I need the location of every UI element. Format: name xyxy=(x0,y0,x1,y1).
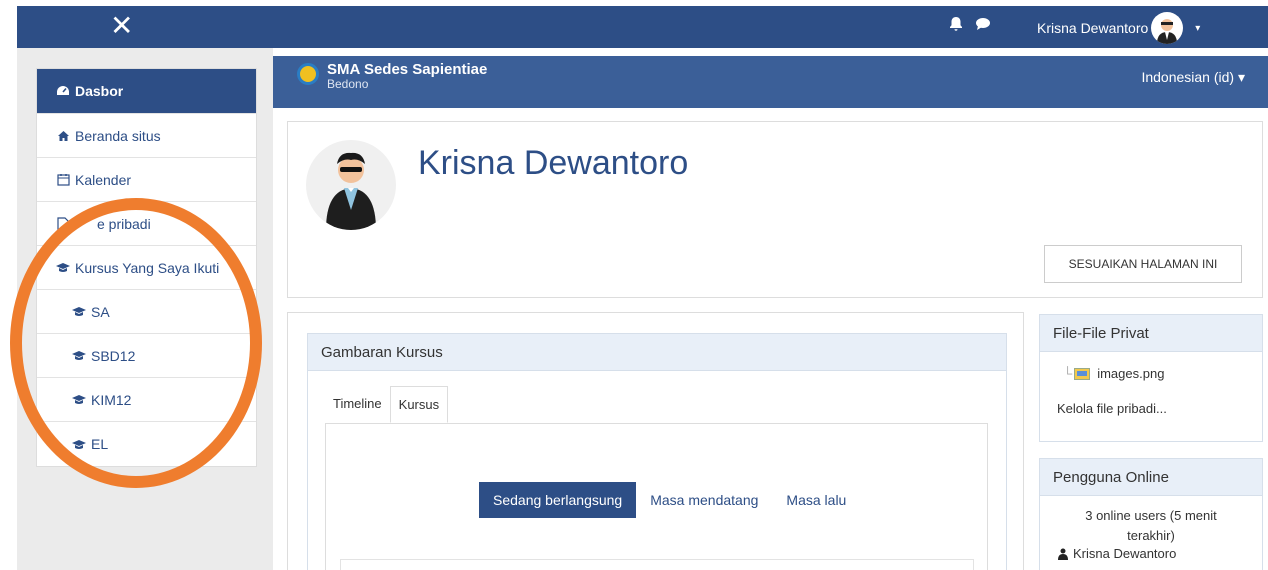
block-body: 3 online users (5 menit terakhir) Krisna… xyxy=(1040,496,1262,561)
avatar xyxy=(1151,12,1184,44)
graduation-cap-icon xyxy=(71,394,87,405)
bell-icon[interactable] xyxy=(949,16,963,32)
user-name: Krisna Dewantoro xyxy=(1037,20,1149,36)
sidebar-item-label: EL xyxy=(91,436,109,452)
file-item[interactable]: └ images.png xyxy=(1063,366,1245,381)
filter-future-button[interactable]: Masa mendatang xyxy=(636,482,772,518)
language-selector[interactable]: Indonesian (id) ▾ xyxy=(1141,69,1245,86)
tab-panel: Sedang berlangsung Masa mendatang Masa l… xyxy=(325,423,988,570)
block-title: Pengguna Online xyxy=(1040,459,1262,496)
user-avatar-icon xyxy=(326,152,376,230)
user-menu[interactable]: Krisna Dewantoro ▾ xyxy=(1037,12,1200,44)
course-list-container xyxy=(340,559,974,570)
overview-tabs: Timeline Kursus xyxy=(325,386,449,423)
page-title: Krisna Dewantoro xyxy=(418,144,689,182)
image-file-icon xyxy=(1074,367,1091,380)
graduation-cap-icon xyxy=(71,439,87,450)
course-overview-block: Gambaran Kursus Timeline Kursus Sedang b… xyxy=(307,333,1007,570)
dashboard-icon xyxy=(55,85,71,97)
block-title: Gambaran Kursus xyxy=(308,334,1006,371)
online-summary: 3 online users (5 menit terakhir) xyxy=(1085,508,1217,543)
sidebar-item-kalender[interactable]: Kalender xyxy=(37,158,256,202)
tab-kursus[interactable]: Kursus xyxy=(389,386,449,423)
sidebar-item-label: KIM12 xyxy=(91,391,132,408)
filter-in-progress-button[interactable]: Sedang berlangsung xyxy=(479,482,637,518)
manage-files-link[interactable]: Kelola file pribadi... xyxy=(1057,401,1245,416)
sidebar-item-label: Dasbor xyxy=(75,83,124,99)
user-icon xyxy=(1058,548,1068,560)
page-header: Krisna Dewantoro SESUAIKAN HALAMAN INI xyxy=(287,121,1263,298)
file-icon xyxy=(55,216,71,231)
graduation-cap-icon xyxy=(71,306,87,317)
sidebar-item-course-sbd12[interactable]: SBD12 xyxy=(37,334,256,378)
site-subtitle: Bedono xyxy=(327,77,369,91)
sidebar-item-beranda[interactable]: Beranda situs xyxy=(37,114,256,158)
user-avatar-icon xyxy=(1157,19,1178,44)
tree-connector-icon: └ xyxy=(1063,366,1073,381)
site-brand-bar: SMA Sedes Sapientiae Bedono Indonesian (… xyxy=(273,56,1268,108)
sidebar-item-label: Kursus Yang Saya Ikuti xyxy=(75,259,220,276)
filter-past-button[interactable]: Masa lalu xyxy=(772,482,860,518)
online-users-block: Pengguna Online 3 online users (5 menit … xyxy=(1039,458,1263,570)
top-navbar: ✕ Krisna Dewantoro ▾ xyxy=(17,6,1268,48)
course-filter: Sedang berlangsung Masa mendatang Masa l… xyxy=(479,482,860,518)
chat-icon[interactable] xyxy=(975,17,991,31)
avatar xyxy=(306,140,396,230)
online-user-item[interactable]: Krisna Dewantoro xyxy=(1057,546,1245,561)
file-name: images.png xyxy=(1097,366,1165,381)
chevron-down-icon[interactable]: ▾ xyxy=(1195,23,1200,34)
site-name[interactable]: SMA Sedes Sapientiae xyxy=(327,61,487,78)
school-logo-icon[interactable] xyxy=(297,63,319,85)
private-files-block: File-File Privat └ images.png Kelola fil… xyxy=(1039,314,1263,442)
block-body: └ images.png Kelola file pribadi... xyxy=(1040,352,1262,426)
sidebar-item-label: SBD12 xyxy=(91,347,136,364)
sidebar-item-label: e pribadi xyxy=(97,215,151,232)
sidebar-item-course-kim12[interactable]: KIM12 xyxy=(37,378,256,422)
graduation-cap-icon xyxy=(55,262,71,273)
sidebar-item-course-el[interactable]: EL xyxy=(37,422,256,466)
sidebar-item-course-sa[interactable]: SA xyxy=(37,290,256,334)
online-user-name: Krisna Dewantoro xyxy=(1073,546,1177,561)
home-icon xyxy=(55,130,71,142)
sidebar-item-kursus[interactable]: Kursus Yang Saya Ikuti xyxy=(37,246,256,290)
sidebar-item-file-pribadi[interactable]: e pribadi xyxy=(37,202,256,246)
sidebar-nav: Dasbor Beranda situs Kalender e pribadi … xyxy=(36,68,257,467)
sidebar-item-label: Beranda situs xyxy=(75,127,161,144)
close-drawer-icon[interactable]: ✕ xyxy=(110,11,133,41)
tab-timeline[interactable]: Timeline xyxy=(325,386,390,423)
customize-page-button[interactable]: SESUAIKAN HALAMAN INI xyxy=(1044,245,1242,283)
top-icons xyxy=(949,16,991,32)
graduation-cap-icon xyxy=(71,350,87,361)
sidebar-item-dasbor[interactable]: Dasbor xyxy=(37,69,256,114)
sidebar-item-label: SA xyxy=(91,303,110,320)
calendar-icon xyxy=(55,173,71,186)
block-title: File-File Privat xyxy=(1040,315,1262,352)
app-window: ✕ Krisna Dewantoro ▾ Dasbor Beranda situ… xyxy=(0,0,1268,570)
sidebar-item-label: Kalender xyxy=(75,171,132,188)
